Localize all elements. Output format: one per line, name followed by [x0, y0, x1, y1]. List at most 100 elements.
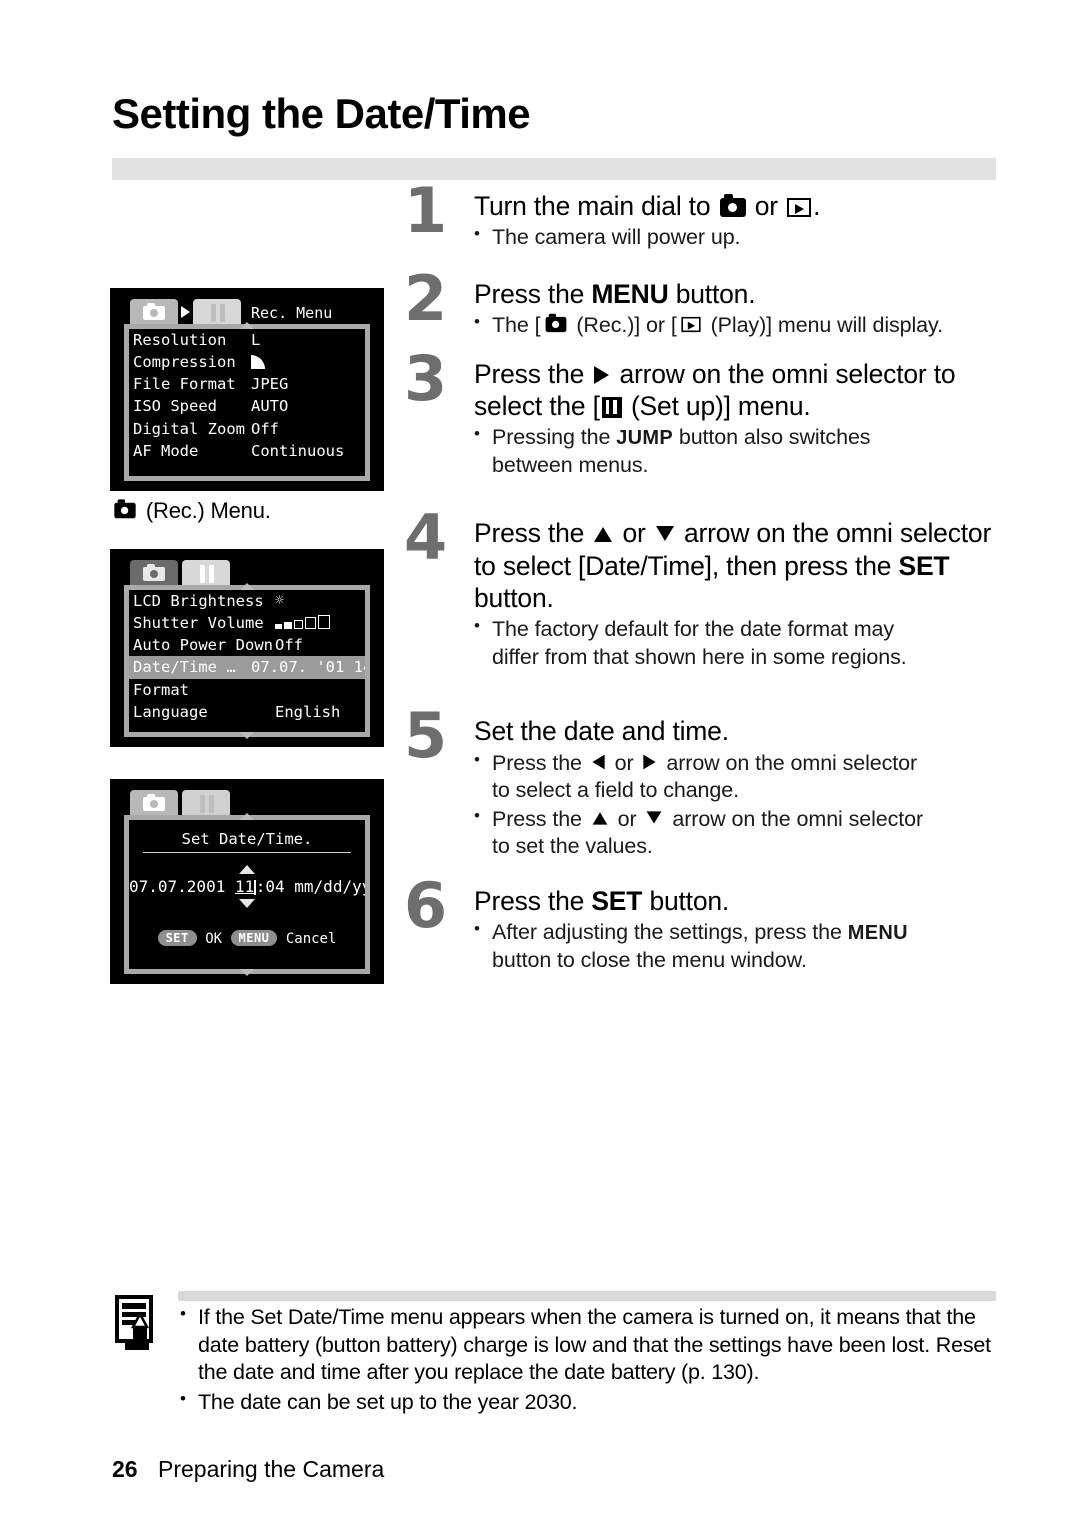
- menu-row-label: LCD Brightness: [133, 592, 264, 610]
- step-2-heading: Press the MENU button.: [474, 278, 1004, 310]
- menu-row[interactable]: Digital Zoom Off: [129, 418, 365, 440]
- bullet-text-a: The [: [492, 313, 541, 338]
- step-1-heading: Turn the main dial to or .: [474, 190, 1004, 222]
- lcd-menu-frame: Resolution L Compression File Format JPE…: [124, 322, 370, 481]
- menu-row[interactable]: Resolution L: [129, 329, 365, 351]
- step-2-bullets: The [ (Rec.)] or [ (Play)] menu will dis…: [474, 311, 1004, 340]
- bullet-text-b: or: [614, 750, 634, 775]
- menu-row[interactable]: Compression: [129, 351, 365, 373]
- menu-row[interactable]: ISO Speed AUTO: [129, 395, 365, 417]
- note-divider: [178, 1291, 996, 1301]
- date-format-value[interactable]: mm/dd/yy: [294, 877, 365, 896]
- set-key-badge[interactable]: SET: [157, 930, 197, 946]
- step-6-number: 6: [404, 868, 448, 942]
- bullet-text-a: The factory default for the date format …: [492, 617, 895, 642]
- camera-rec-icon: [545, 313, 566, 333]
- bullet: The camera will power up.: [474, 223, 1004, 252]
- bullet-text-c: button to close the menu window.: [492, 947, 807, 972]
- bullet: Press the or arrow on the omni selector …: [474, 805, 1004, 861]
- tab-rec[interactable]: [130, 790, 178, 817]
- arrow-down-icon: [655, 526, 674, 542]
- step-6: 6 Press the SET button. After adjusting …: [404, 874, 1004, 974]
- menu-row[interactable]: LCD Brightness ☼: [129, 590, 365, 612]
- tab-setup[interactable]: [193, 299, 241, 326]
- lcd-tabbar: Rec. Menu: [130, 296, 332, 326]
- tab-rec[interactable]: [130, 299, 178, 326]
- decrement-arrow-icon[interactable]: [239, 899, 255, 908]
- lcd-screenshot-set-datetime: Set Date/Time. 07.07.2001 11:04 mm/dd/yy…: [110, 779, 384, 984]
- menu-row[interactable]: Auto Power Down Off: [129, 634, 365, 656]
- step-4-heading-text-c: arrow on the omni: [684, 518, 893, 549]
- play-icon: [681, 317, 701, 333]
- hour-value[interactable]: 11: [235, 877, 254, 896]
- menu-row-value: [275, 612, 361, 634]
- menu-row[interactable]: File Format JPEG: [129, 373, 365, 395]
- bullet: The factory default for the date format …: [474, 615, 1004, 671]
- minute-value[interactable]: 04: [265, 877, 284, 896]
- menu-row-value: Off: [251, 419, 279, 438]
- bullet-text-b: (Rec.)] or [: [576, 313, 677, 338]
- menu-row-label: Shutter Volume: [133, 614, 264, 633]
- dialog-divider: [143, 852, 351, 853]
- menu-row[interactable]: Shutter Volume: [129, 612, 365, 634]
- cancel-label: Cancel: [285, 931, 337, 947]
- tab-setup[interactable]: [182, 790, 230, 817]
- step-3-heading-text-b: arrow on the omni selector: [619, 358, 927, 389]
- menu-row-value: JPEG: [251, 375, 289, 394]
- menu-row-selected[interactable]: Date/Time … 07.07. '01 14:28: [129, 656, 365, 679]
- bullet: The [ (Rec.)] or [ (Play)] menu will dis…: [474, 311, 1004, 340]
- menu-row[interactable]: Language English: [129, 701, 365, 723]
- step-6-heading-text-a: Press the: [474, 885, 585, 916]
- camera-icon: [114, 499, 136, 519]
- menu-row-label: Date/Time …: [133, 658, 236, 677]
- step-4-heading: Press the or arrow on the omni selector …: [474, 517, 1004, 614]
- step-6-heading-text-c: button.: [649, 885, 730, 916]
- tools-icon: [197, 795, 217, 813]
- bullet-text-d: to set the values.: [492, 834, 653, 859]
- arrow-right-icon: [643, 754, 657, 770]
- menu-row-value: L: [251, 331, 261, 349]
- step-4-heading-text-e: press the: [784, 550, 892, 581]
- bullet-text-d: to select a field to change.: [492, 778, 740, 803]
- step-4-heading-text-a: Press the: [474, 518, 585, 549]
- lcd-tab-title: Rec. Menu: [251, 304, 333, 322]
- camera-icon: [143, 794, 165, 811]
- menu-row-value: AUTO: [251, 397, 289, 416]
- menu-row-label: Format: [133, 680, 189, 699]
- bullet-text-a: Press the: [492, 806, 582, 831]
- menu-row[interactable]: Format: [129, 679, 365, 701]
- tab-setup[interactable]: [182, 560, 230, 587]
- shutter-volume-level-icon: [275, 615, 330, 630]
- menu-row-label: ISO Speed: [133, 397, 217, 416]
- dialog-buttons: SET OK MENU Cancel: [129, 930, 365, 947]
- step-4-heading-text-b: or: [622, 518, 646, 549]
- note-item: If the Set Date/Time menu appears when t…: [178, 1303, 998, 1387]
- step-5-bullets: Press the or arrow on the omni selector …: [474, 749, 1004, 861]
- field-caret: [254, 880, 256, 895]
- camera-icon: [143, 564, 165, 581]
- menu-key-badge[interactable]: MENU: [230, 930, 278, 946]
- menu-row-label: Digital Zoom: [133, 419, 245, 438]
- menu-row[interactable]: AF Mode Continuous: [129, 440, 365, 462]
- date-value[interactable]: 07.07.2001: [129, 877, 225, 896]
- lcd-screenshot-setup-menu: LCD Brightness ☼ Shutter Volume Auto Pow…: [110, 549, 384, 747]
- page-number: 26: [112, 1456, 138, 1482]
- menu-row-value: [251, 351, 361, 373]
- tab-rec[interactable]: [130, 560, 178, 587]
- step-3-bullets: Pressing the JUMP button also switches b…: [474, 423, 1004, 479]
- bullet: Press the or arrow on the omni selector …: [474, 749, 1004, 805]
- step-2-number: 2: [404, 261, 448, 335]
- step-4-heading-text-g: button.: [474, 583, 554, 614]
- dialog-title: Set Date/Time.: [181, 830, 313, 848]
- scroll-up-indicator-icon: [240, 322, 254, 329]
- menu-row-label: Compression: [133, 353, 236, 372]
- menu-row-value: English: [275, 702, 341, 721]
- note-list: If the Set Date/Time menu appears when t…: [178, 1303, 998, 1416]
- step-3: 3 Press the arrow on the omni selector t…: [404, 347, 1004, 480]
- camera-mode-icon: [719, 194, 746, 217]
- menu-row-value: 07.07. '01 14:28: [251, 658, 365, 677]
- increment-arrow-icon[interactable]: [239, 865, 255, 874]
- step-1-number: 1: [404, 174, 448, 247]
- figure-caption-rec-menu: (Rec.) Menu.: [110, 498, 271, 524]
- step-1-heading-text-b: or: [754, 191, 778, 221]
